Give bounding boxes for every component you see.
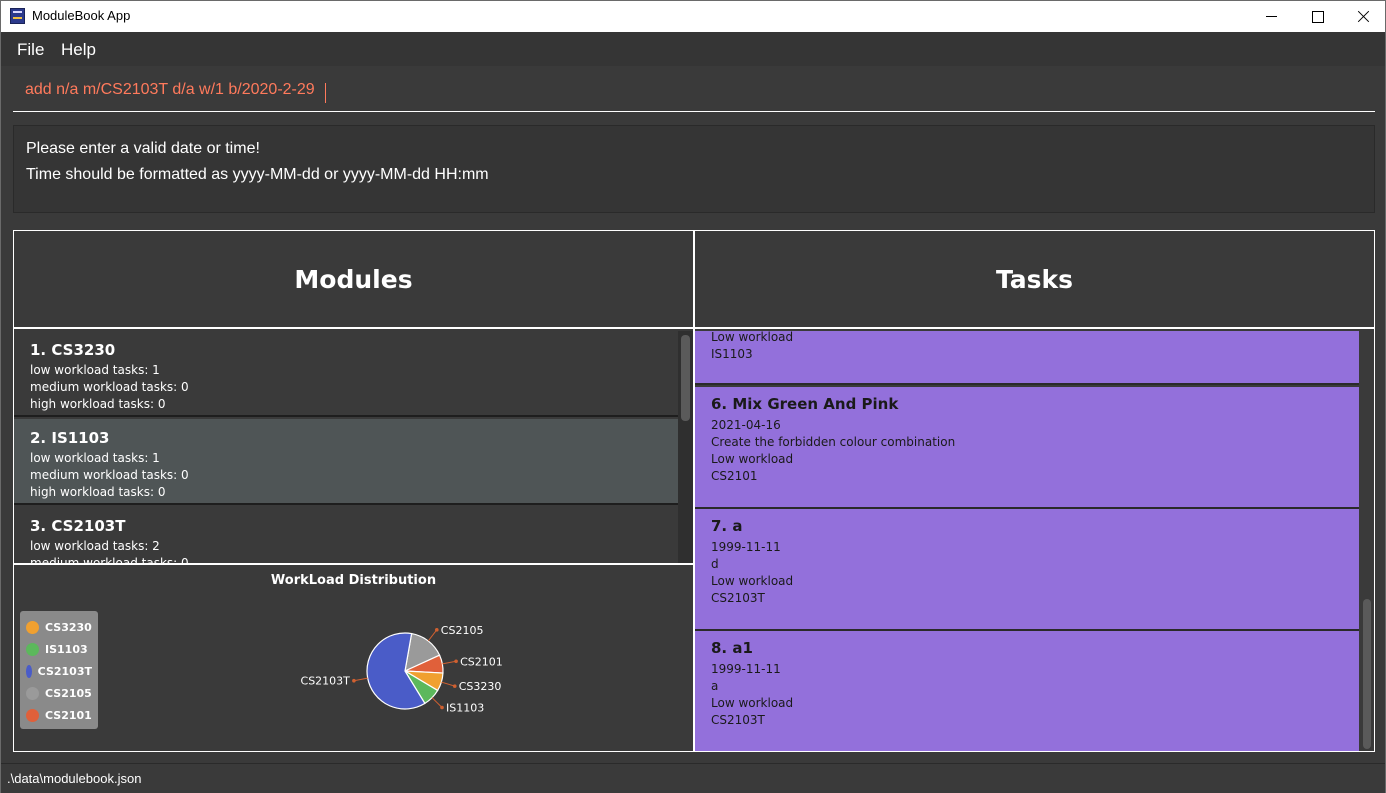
module-list[interactable]: 1. CS3230 low workload tasks: 1 medium w… xyxy=(14,331,693,563)
task-card[interactable]: 6. Mix Green And Pink 2021-04-16 Create … xyxy=(695,387,1359,509)
legend-item: CS3230 xyxy=(26,616,92,638)
task-module: CS2103T xyxy=(711,713,765,727)
legend-dot xyxy=(26,664,32,678)
module-name: 2. IS1103 xyxy=(30,429,110,447)
pie-slice-label: CS2103T xyxy=(301,675,351,688)
task-module: CS2103T xyxy=(711,591,765,605)
module-scroll-thumb[interactable] xyxy=(681,335,690,421)
task-module: IS1103 xyxy=(711,347,753,361)
pie-label-leader xyxy=(441,681,455,687)
module-medium-count: medium workload tasks: 0 xyxy=(30,556,189,563)
task-deadline: 1999-11-11 xyxy=(711,662,781,676)
task-workload: Low workload xyxy=(711,452,794,466)
task-card[interactable]: 7. a 1999-11-11 d Low workload CS2103T xyxy=(695,509,1359,631)
module-low-count: low workload tasks: 1 xyxy=(30,363,160,377)
legend-item: IS1103 xyxy=(26,638,92,660)
task-card[interactable]: Low workload IS1103 xyxy=(695,331,1359,385)
module-name: 3. CS2103T xyxy=(30,517,126,535)
task-description: d xyxy=(711,557,719,571)
task-scroll-thumb[interactable] xyxy=(1363,599,1371,749)
pie-label-leader xyxy=(353,677,368,682)
task-card[interactable]: 8. a1 1999-11-11 a Low workload CS2103T xyxy=(695,631,1359,751)
pie-slice-label: CS3230 xyxy=(459,680,502,693)
legend-item: CS2105 xyxy=(26,682,92,704)
task-list[interactable]: Low workload IS1103 6. Mix Green And Pin… xyxy=(695,331,1374,751)
task-workload: Low workload xyxy=(711,331,794,344)
pie-slice-label: CS2105 xyxy=(441,624,484,637)
pie-slice-label: CS2101 xyxy=(460,655,503,668)
legend-label: IS1103 xyxy=(45,642,88,656)
menu-file[interactable]: File xyxy=(17,40,44,60)
workload-chart: WorkLoad Distribution CS2105 CS2101 CS3230… xyxy=(14,563,693,751)
task-pane: Tasks Low workload IS1103 6. Mix Green A… xyxy=(694,230,1375,752)
task-pane-header: Tasks xyxy=(695,231,1374,329)
module-pane-title: Modules xyxy=(294,265,413,294)
pie-label-dot xyxy=(454,659,458,664)
legend-dot xyxy=(26,642,39,656)
close-icon[interactable] xyxy=(1340,1,1386,32)
legend-dot xyxy=(26,620,39,634)
task-workload: Low workload xyxy=(711,696,794,710)
chart-legend: CS3230 IS1103 CS2103T CS2105 CS2101 xyxy=(20,611,98,729)
legend-item: CS2103T xyxy=(26,660,92,682)
module-high-count: high workload tasks: 0 xyxy=(30,485,166,499)
task-deadline: 2021-04-16 xyxy=(711,418,781,432)
pie-label-leader xyxy=(431,697,443,708)
data-file-path: .\data\modulebook.json xyxy=(7,771,142,786)
task-name: 8. a1 xyxy=(711,639,753,657)
task-description: Create the forbidden colour combination xyxy=(711,435,956,449)
module-low-count: low workload tasks: 2 xyxy=(30,539,160,553)
pie-slice-label: IS1103 xyxy=(446,702,484,715)
text-caret xyxy=(325,83,326,103)
menu-help[interactable]: Help xyxy=(61,40,96,60)
minimize-icon[interactable] xyxy=(1248,1,1294,32)
pie-label-dot xyxy=(440,705,444,710)
module-card[interactable]: 1. CS3230 low workload tasks: 1 medium w… xyxy=(14,331,678,417)
result-message-line: Time should be formatted as yyyy-MM-dd o… xyxy=(26,166,489,183)
legend-item: CS2101 xyxy=(26,704,92,726)
result-display: Please enter a valid date or time! Time … xyxy=(13,125,1375,213)
result-message-line: Please enter a valid date or time! xyxy=(26,140,260,157)
module-scrollbar[interactable] xyxy=(678,331,693,563)
command-input[interactable] xyxy=(13,68,1375,112)
module-medium-count: medium workload tasks: 0 xyxy=(30,380,189,394)
task-deadline: 1999-11-11 xyxy=(711,540,781,554)
app-window: ModuleBook App File Help Please enter a … xyxy=(0,0,1386,793)
menu-bar: File Help xyxy=(1,32,1385,66)
legend-label: CS2105 xyxy=(45,686,92,700)
pie-label-dot xyxy=(434,628,439,632)
module-card[interactable]: 3. CS2103T low workload tasks: 2 medium … xyxy=(14,507,678,563)
status-bar: .\data\modulebook.json xyxy=(1,763,1385,793)
title-bar: ModuleBook App xyxy=(1,1,1385,32)
legend-dot xyxy=(26,708,39,722)
task-module: CS2101 xyxy=(711,469,758,483)
module-name: 1. CS3230 xyxy=(30,341,116,359)
task-pane-title: Tasks xyxy=(995,265,1074,294)
module-card[interactable]: 2. IS1103 low workload tasks: 1 medium w… xyxy=(14,419,678,505)
module-high-count: high workload tasks: 0 xyxy=(30,397,166,411)
task-description: a xyxy=(711,679,719,693)
task-name: 6. Mix Green And Pink xyxy=(711,395,899,413)
module-pane: Modules 1. CS3230 low workload tasks: 1 … xyxy=(13,230,694,752)
module-low-count: low workload tasks: 1 xyxy=(30,451,160,465)
pie-label-leader xyxy=(427,629,438,642)
pie-label-dot xyxy=(452,684,457,688)
maximize-icon[interactable] xyxy=(1294,1,1340,32)
legend-label: CS3230 xyxy=(45,620,92,634)
module-pane-header: Modules xyxy=(14,231,693,329)
pie-chart: CS2105 CS2101 CS3230 IS1103 CS2103T xyxy=(301,624,503,715)
task-scrollbar[interactable] xyxy=(1359,331,1374,751)
legend-label: CS2101 xyxy=(45,708,92,722)
module-medium-count: medium workload tasks: 0 xyxy=(30,468,189,482)
pie-label-dot xyxy=(352,678,356,683)
pie-label-leader xyxy=(442,660,457,665)
app-logo-icon xyxy=(10,8,25,24)
window-title: ModuleBook App xyxy=(32,8,131,23)
task-workload: Low workload xyxy=(711,574,794,588)
legend-label: CS2103T xyxy=(37,664,92,678)
task-name: 7. a xyxy=(711,517,743,535)
legend-dot xyxy=(26,686,39,700)
command-box xyxy=(1,67,1385,117)
